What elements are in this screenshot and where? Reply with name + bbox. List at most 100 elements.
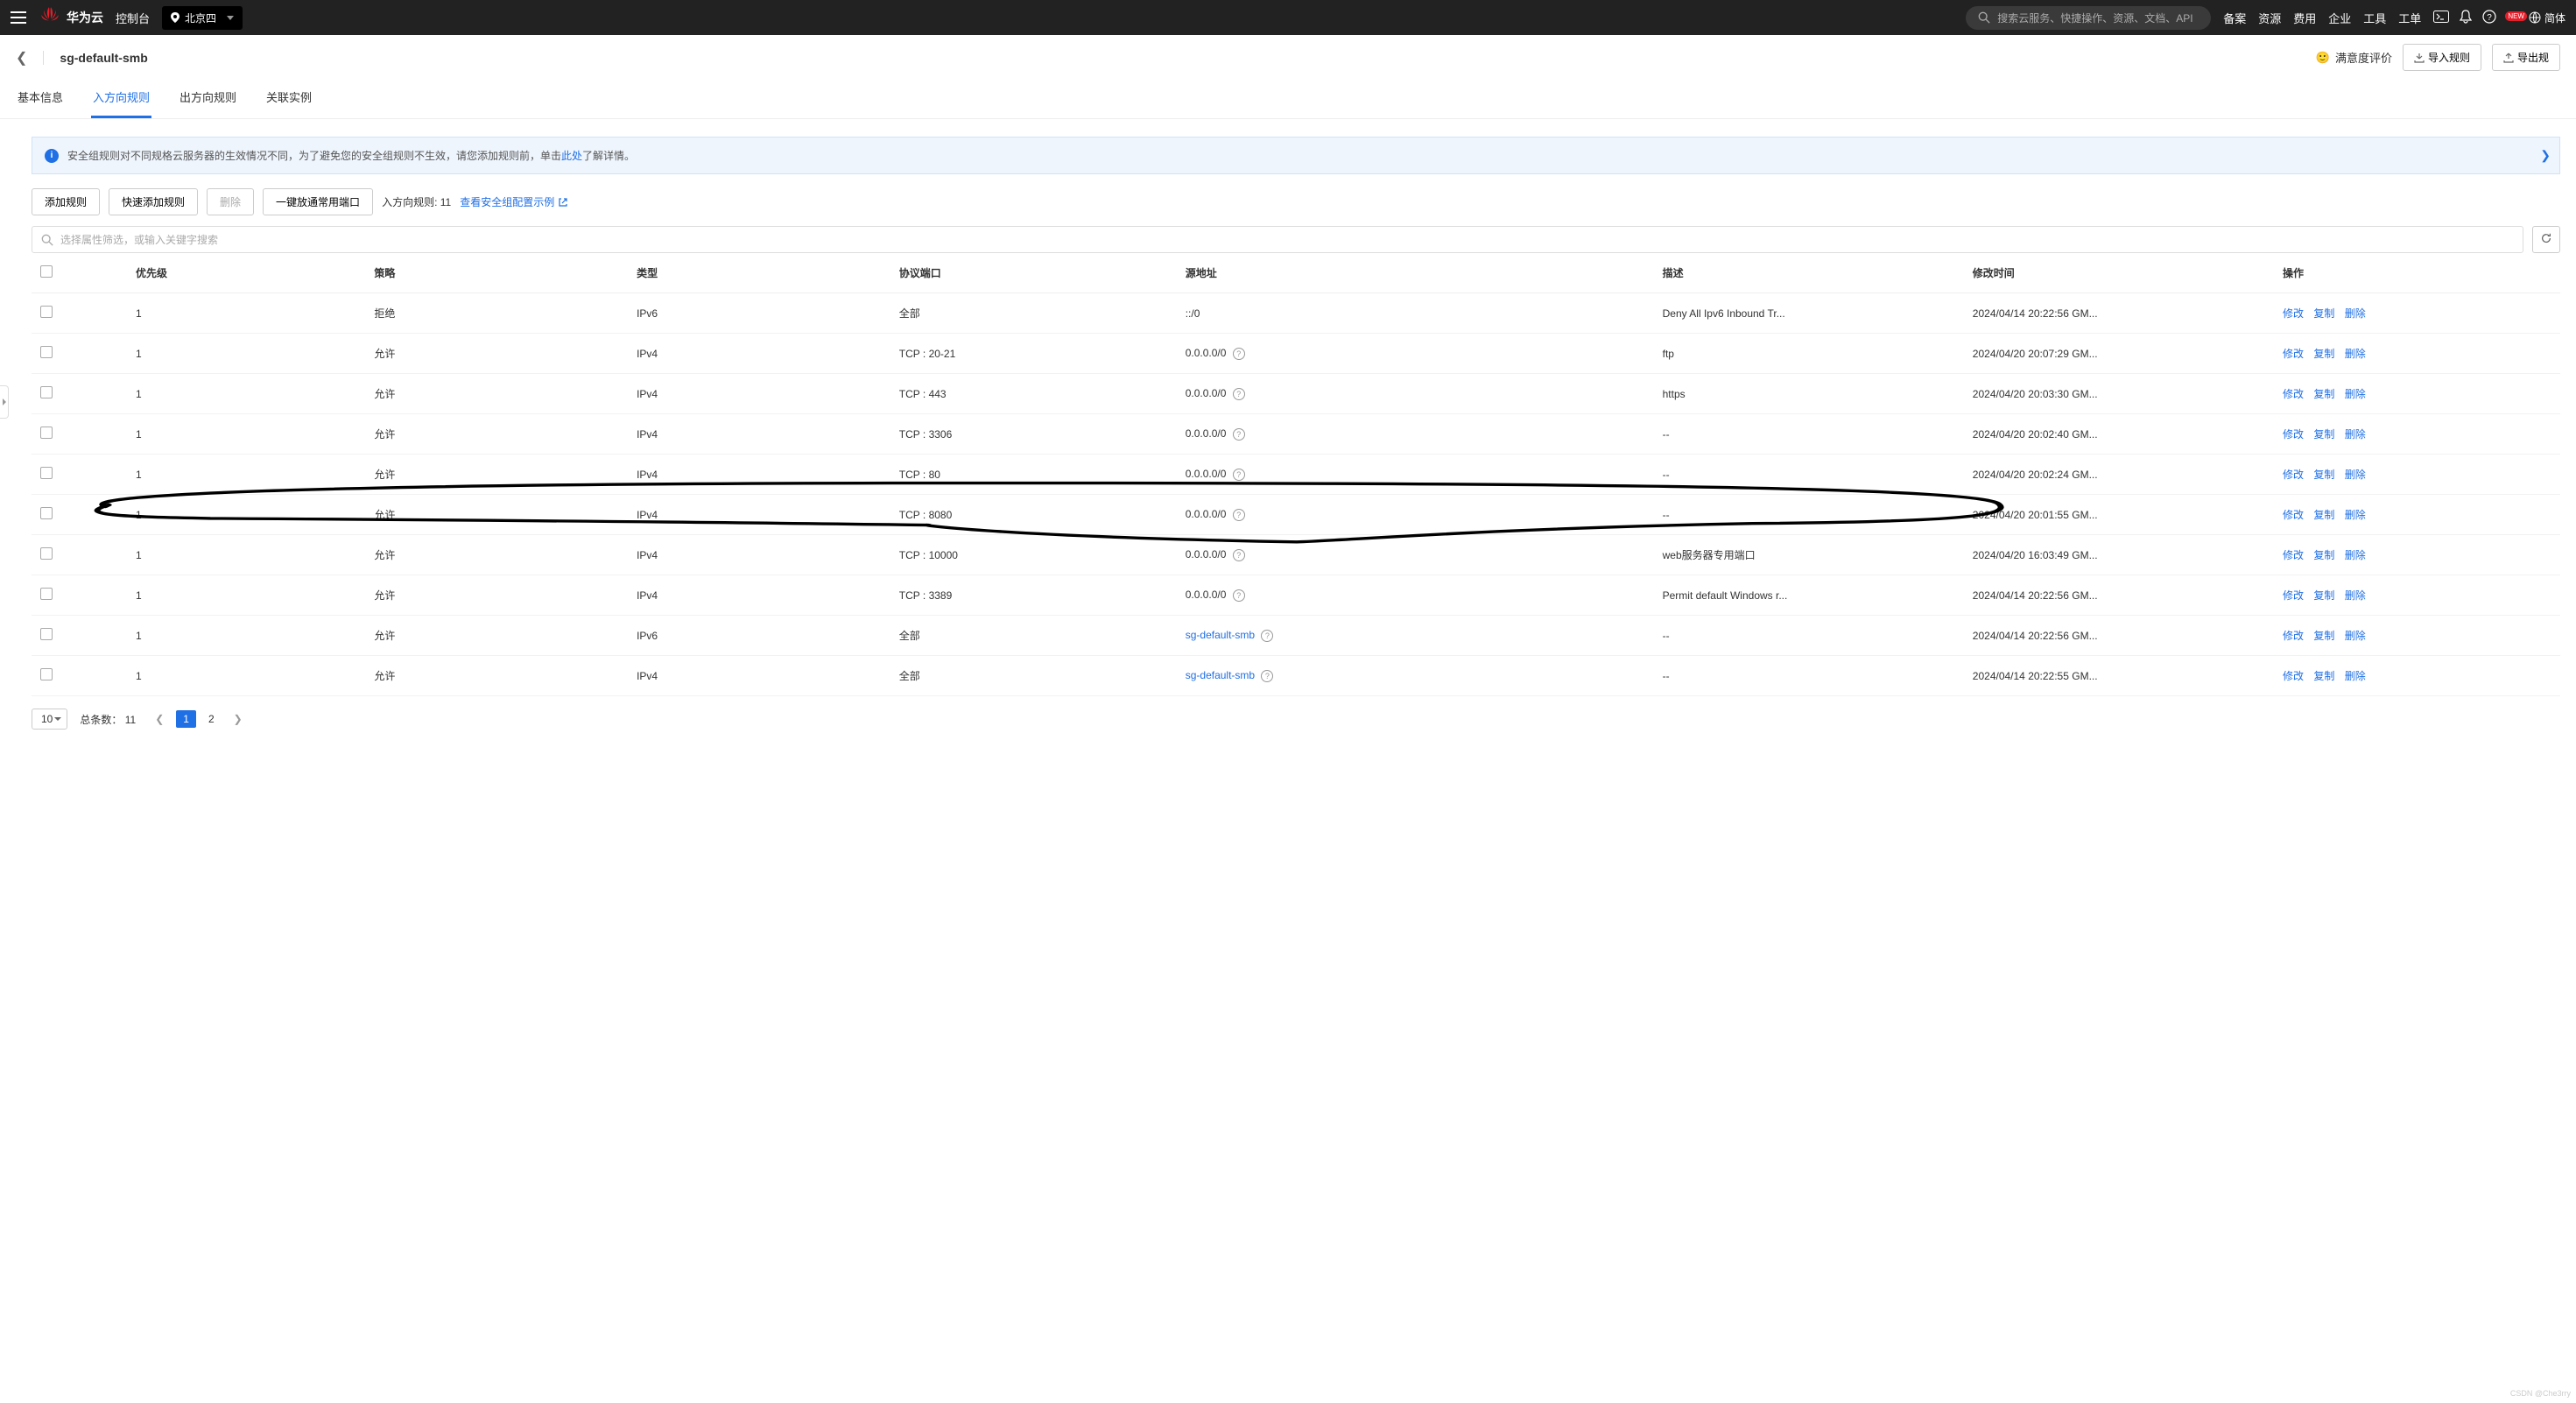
action-copy[interactable]: 复制 <box>2313 630 2334 642</box>
action-modify[interactable]: 修改 <box>2283 428 2304 441</box>
page-size-selector[interactable]: 10 <box>32 709 67 730</box>
action-copy[interactable]: 复制 <box>2313 670 2334 682</box>
cloudshell-icon[interactable] <box>2433 11 2449 25</box>
action-modify[interactable]: 修改 <box>2283 509 2304 521</box>
page-1[interactable]: 1 <box>176 710 196 728</box>
row-checkbox[interactable] <box>40 507 53 519</box>
nav-resource[interactable]: 资源 <box>2258 10 2281 26</box>
row-checkbox[interactable] <box>40 427 53 439</box>
help-icon[interactable]: ? <box>1261 670 1273 682</box>
quick-add-rule-button[interactable]: 快速添加规则 <box>109 188 198 215</box>
nav-fee[interactable]: 费用 <box>2293 10 2316 26</box>
action-modify[interactable]: 修改 <box>2283 549 2304 561</box>
help-icon[interactable]: ? <box>1261 630 1273 642</box>
open-common-ports-button[interactable]: 一键放通常用端口 <box>263 188 373 215</box>
export-rules-button[interactable]: 导出规 <box>2492 44 2560 71</box>
row-checkbox[interactable] <box>40 346 53 358</box>
col-description[interactable]: 描述 <box>1654 253 1964 293</box>
nav-beian[interactable]: 备案 <box>2223 10 2246 26</box>
nav-ticket[interactable]: 工单 <box>2398 10 2421 26</box>
action-delete[interactable]: 删除 <box>2345 428 2366 441</box>
action-modify[interactable]: 修改 <box>2283 307 2304 320</box>
action-delete[interactable]: 删除 <box>2345 348 2366 360</box>
bell-icon[interactable] <box>2460 10 2472 26</box>
help-icon[interactable]: ? <box>1233 428 1245 441</box>
menu-icon[interactable] <box>11 11 26 24</box>
col-type[interactable]: 类型 <box>628 253 890 293</box>
rule-count: 入方向规则: 11 <box>382 194 451 209</box>
row-checkbox[interactable] <box>40 306 53 318</box>
action-delete[interactable]: 删除 <box>2345 630 2366 642</box>
next-page[interactable]: ❯ <box>227 710 250 728</box>
banner-close-icon[interactable]: ❯ <box>2540 148 2551 163</box>
brand-logo[interactable]: 华为云 <box>39 5 103 31</box>
import-rules-button[interactable]: 导入规则 <box>2403 44 2481 71</box>
action-copy[interactable]: 复制 <box>2313 307 2334 320</box>
page-2[interactable]: 2 <box>201 710 222 728</box>
help-icon[interactable]: ? <box>1233 388 1245 400</box>
action-modify[interactable]: 修改 <box>2283 469 2304 481</box>
global-search[interactable]: 搜索云服务、快捷操作、资源、文档、API <box>1966 6 2211 30</box>
action-copy[interactable]: 复制 <box>2313 469 2334 481</box>
action-modify[interactable]: 修改 <box>2283 630 2304 642</box>
col-modified[interactable]: 修改时间 <box>1964 253 2274 293</box>
region-selector[interactable]: 北京四 <box>162 6 243 30</box>
help-icon[interactable]: ?NEW <box>2482 10 2518 26</box>
action-modify[interactable]: 修改 <box>2283 589 2304 602</box>
banner-link[interactable]: 此处 <box>561 148 582 163</box>
console-link[interactable]: 控制台 <box>116 10 150 26</box>
action-delete[interactable]: 删除 <box>2345 469 2366 481</box>
nav-enterprise[interactable]: 企业 <box>2328 10 2351 26</box>
action-copy[interactable]: 复制 <box>2313 388 2334 400</box>
action-modify[interactable]: 修改 <box>2283 348 2304 360</box>
action-modify[interactable]: 修改 <box>2283 670 2304 682</box>
prev-page[interactable]: ❮ <box>148 710 171 728</box>
action-copy[interactable]: 复制 <box>2313 348 2334 360</box>
tab-related-instances[interactable]: 关联实例 <box>264 80 313 118</box>
row-checkbox[interactable] <box>40 628 53 640</box>
help-icon[interactable]: ? <box>1233 469 1245 481</box>
tab-inbound-rules[interactable]: 入方向规则 <box>91 80 151 118</box>
add-rule-button[interactable]: 添加规则 <box>32 188 100 215</box>
nav-tools[interactable]: 工具 <box>2363 10 2386 26</box>
source-link[interactable]: sg-default-smb <box>1186 669 1255 681</box>
action-delete[interactable]: 删除 <box>2345 307 2366 320</box>
tab-outbound-rules[interactable]: 出方向规则 <box>178 80 238 118</box>
help-icon[interactable]: ? <box>1233 509 1245 521</box>
tab-basic-info[interactable]: 基本信息 <box>16 80 65 118</box>
action-delete[interactable]: 删除 <box>2345 589 2366 602</box>
col-protocol[interactable]: 协议端口 <box>890 253 1177 293</box>
row-checkbox[interactable] <box>40 547 53 560</box>
row-checkbox[interactable] <box>40 668 53 680</box>
view-config-example-link[interactable]: 查看安全组配置示例 <box>460 194 568 209</box>
refresh-button[interactable] <box>2532 226 2560 253</box>
action-delete[interactable]: 删除 <box>2345 388 2366 400</box>
col-policy[interactable]: 策略 <box>365 253 628 293</box>
action-copy[interactable]: 复制 <box>2313 589 2334 602</box>
action-copy[interactable]: 复制 <box>2313 509 2334 521</box>
help-icon[interactable]: ? <box>1233 589 1245 602</box>
col-priority[interactable]: 优先级 <box>127 253 365 293</box>
action-copy[interactable]: 复制 <box>2313 549 2334 561</box>
source-link[interactable]: sg-default-smb <box>1186 629 1255 641</box>
language-selector[interactable]: 简体 <box>2529 11 2565 25</box>
select-all-checkbox[interactable] <box>40 265 53 278</box>
action-delete[interactable]: 删除 <box>2345 670 2366 682</box>
action-delete[interactable]: 删除 <box>2345 549 2366 561</box>
help-icon[interactable]: ? <box>1233 348 1245 360</box>
row-checkbox[interactable] <box>40 588 53 600</box>
row-checkbox[interactable] <box>40 467 53 479</box>
action-delete[interactable]: 删除 <box>2345 509 2366 521</box>
feedback-link[interactable]: 🙂 满意度评价 <box>2316 49 2392 66</box>
region-name: 北京四 <box>185 11 216 25</box>
row-checkbox[interactable] <box>40 386 53 398</box>
back-button[interactable]: ❮ <box>16 49 27 67</box>
filter-input[interactable]: 选择属性筛选，或输入关键字搜索 <box>32 226 2523 253</box>
col-source[interactable]: 源地址 <box>1177 253 1654 293</box>
help-icon[interactable]: ? <box>1233 549 1245 561</box>
action-copy[interactable]: 复制 <box>2313 428 2334 441</box>
delete-button[interactable]: 删除 <box>207 188 254 215</box>
action-modify[interactable]: 修改 <box>2283 388 2304 400</box>
cell-policy: 允许 <box>365 535 628 575</box>
info-banner: i 安全组规则对不同规格云服务器的生效情况不同，为了避免您的安全组规则不生效，请… <box>32 137 2560 174</box>
